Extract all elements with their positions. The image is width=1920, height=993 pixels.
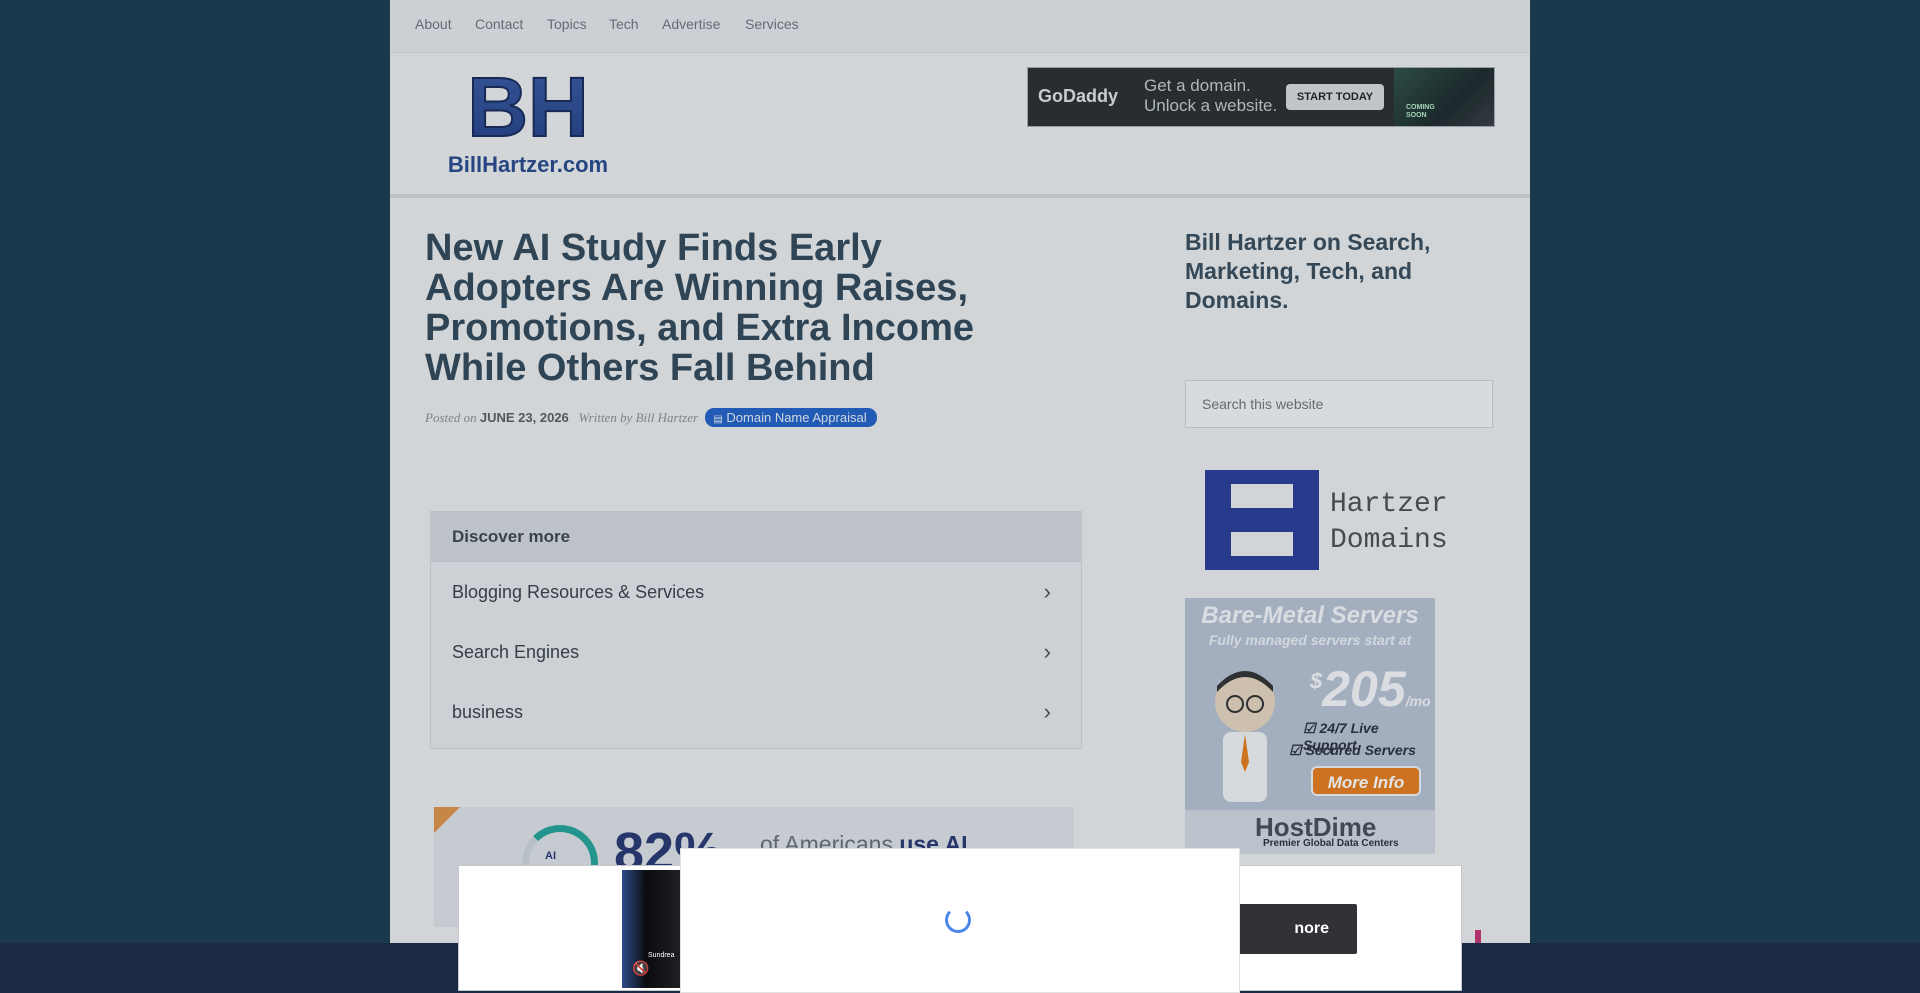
- hostdime-tagline: Premier Global Data Centers: [1263, 838, 1399, 849]
- chevron-right-icon: ›: [1043, 639, 1051, 664]
- site-header: BH BillHartzer.com GoDaddy Get a domain.…: [390, 56, 1530, 198]
- mute-icon[interactable]: 🔇: [632, 960, 649, 977]
- nav-link-services[interactable]: Services: [745, 16, 799, 32]
- nav-link-topics[interactable]: Topics: [547, 16, 587, 32]
- category-label: Domain Name Appraisal: [726, 410, 867, 425]
- godaddy-start-button[interactable]: START TODAY: [1286, 84, 1384, 110]
- godaddy-banner-ad[interactable]: GoDaddy Get a domain. Unlock a website. …: [1027, 67, 1495, 127]
- posted-on-label: Posted on: [425, 410, 477, 425]
- corner-accent: [434, 807, 460, 833]
- site-logo[interactable]: BH BillHartzer.com: [438, 68, 618, 178]
- godaddy-art-text: COMING SOON: [1406, 104, 1435, 119]
- top-navigation: About Contact Topics Tech Advertise Serv…: [390, 0, 1530, 53]
- server-feature-secured: Secured Servers: [1305, 742, 1416, 758]
- nav-link-advertise[interactable]: Advertise: [662, 16, 720, 32]
- discover-item-search-engines[interactable]: Search Engines ›: [431, 622, 1081, 682]
- hartzer-domains-line2: Domains: [1330, 525, 1448, 556]
- chevron-right-icon: ›: [1043, 699, 1051, 724]
- logo-wordmark: BillHartzer.com: [448, 152, 608, 177]
- loading-spinner-icon: [945, 907, 971, 933]
- post-meta: Posted on JUNE 23, 2026 Written by Bill …: [425, 408, 877, 427]
- server-ad-price: $205/mo: [1310, 660, 1431, 718]
- sidebar-title: Bill Hartzer on Search, Marketing, Tech,…: [1185, 229, 1431, 313]
- mascot-illustration: [1215, 671, 1275, 802]
- hartzer-domains-line1: Hartzer: [1330, 489, 1448, 520]
- thumb-caption: Sundrea: [648, 952, 675, 959]
- discover-item-blogging[interactable]: Blogging Resources & Services ›: [431, 562, 1081, 622]
- godaddy-line2: Unlock a website.: [1144, 96, 1278, 115]
- post-date: JUNE 23, 2026: [479, 410, 569, 425]
- checkbox-icon: ☑: [1289, 742, 1302, 758]
- hartzer-domains-text: Hartzer Domains: [1330, 487, 1448, 559]
- price-period: /mo: [1405, 693, 1431, 709]
- logo-letters: BH: [467, 68, 588, 154]
- discover-more-heading: Discover more: [431, 512, 1081, 562]
- discover-item-business[interactable]: business ›: [431, 682, 1081, 742]
- nav-link-about[interactable]: About: [415, 16, 452, 32]
- price-currency: $: [1310, 668, 1323, 694]
- nav-link-tech[interactable]: Tech: [609, 16, 639, 32]
- loading-popup: [680, 848, 1240, 993]
- discover-item-label: Search Engines: [452, 642, 580, 662]
- server-ad-title: Bare-Metal Servers: [1201, 602, 1419, 629]
- discover-item-label: business: [452, 702, 524, 722]
- category-badge[interactable]: ▤ Domain Name Appraisal: [705, 408, 877, 427]
- search-input[interactable]: [1185, 380, 1493, 428]
- discover-item-label: Blogging Resources & Services: [452, 582, 705, 602]
- more-info-button[interactable]: More Info: [1311, 766, 1421, 796]
- godaddy-logo: GoDaddy: [1038, 86, 1119, 106]
- checkbox-icon: ☑: [1303, 720, 1316, 736]
- hostdime-server-ad[interactable]: Bare-Metal Servers Fully managed servers…: [1185, 598, 1435, 854]
- calendar-icon: ▤: [713, 414, 723, 425]
- server-ad-subtitle: Fully managed servers start at: [1208, 632, 1412, 648]
- price-value: 205: [1322, 661, 1406, 717]
- post-author[interactable]: Bill Hartzer: [636, 410, 698, 425]
- post-title[interactable]: New AI Study Finds Early Adopters Are Wi…: [425, 228, 1045, 388]
- nav-link-contact[interactable]: Contact: [475, 16, 523, 32]
- chevron-right-icon: ›: [1043, 579, 1051, 604]
- page-container: About Contact Topics Tech Advertise Serv…: [390, 0, 1530, 993]
- godaddy-ad-image: COMING SOON: [1394, 68, 1494, 126]
- godaddy-line1: Get a domain.: [1144, 76, 1251, 95]
- written-by-label: Written by: [578, 410, 633, 425]
- ad-video-thumbnail[interactable]: Sundrea 🔇: [622, 870, 682, 988]
- ai-chip-label: AI: [545, 850, 556, 862]
- discover-more-panel: Discover more Blogging Resources & Servi…: [430, 511, 1082, 749]
